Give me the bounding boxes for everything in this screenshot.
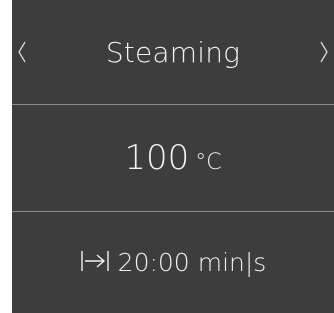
temperature-value: 100 xyxy=(124,138,190,178)
duration-value: 20:00 xyxy=(117,248,190,277)
chevron-left-icon[interactable] xyxy=(12,0,32,104)
mode-label: Steaming xyxy=(105,35,241,69)
temperature-unit: °C xyxy=(195,150,222,175)
duration-icon xyxy=(80,248,110,278)
cooking-settings-panel: Steaming 100 °C 20:00 min|s xyxy=(12,0,334,313)
duration-setting[interactable]: 20:00 min|s xyxy=(12,212,334,313)
mode-selector[interactable]: Steaming xyxy=(12,0,334,104)
temperature-setting[interactable]: 100 °C xyxy=(12,105,334,211)
temperature-display: 100 °C xyxy=(124,138,221,178)
chevron-right-icon[interactable] xyxy=(314,0,334,104)
duration-unit: min|s xyxy=(197,248,267,277)
duration-display: 20:00 min|s xyxy=(80,248,267,278)
